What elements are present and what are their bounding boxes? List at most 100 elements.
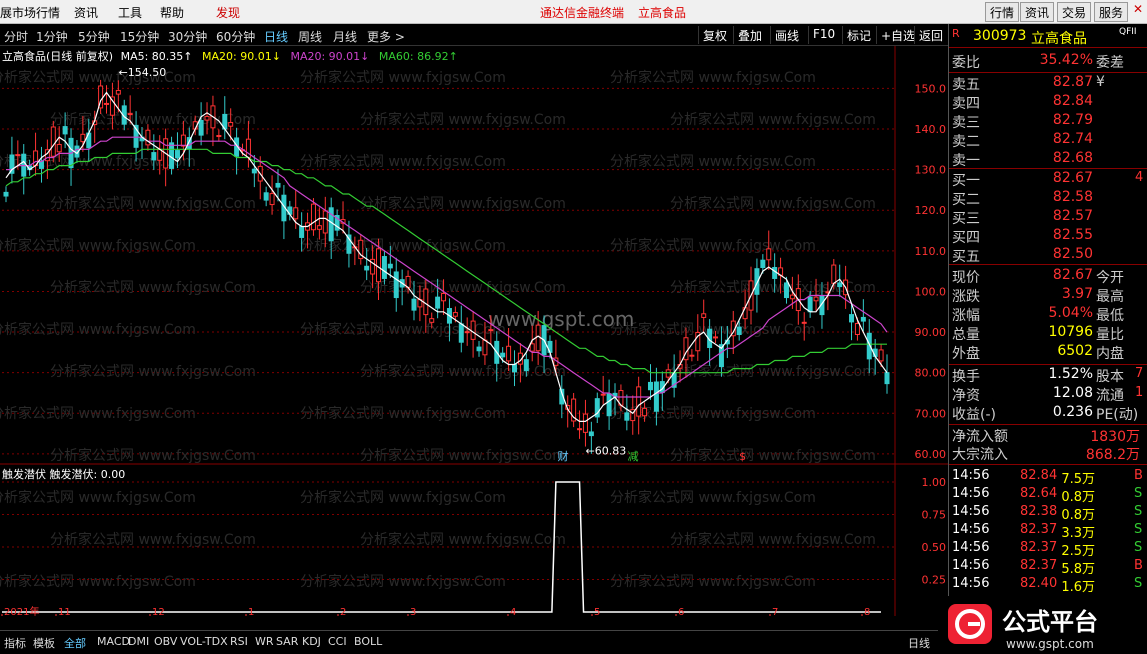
watermark-text: 分析家公式网 www.fxjgsw.Com: [50, 447, 256, 464]
watermark-text: 分析家公式网 www.fxjgsw.Com: [0, 489, 196, 506]
add-watchlist-button[interactable]: +自选: [876, 26, 919, 44]
price-tick-label: 100.0: [915, 285, 947, 298]
tick-price: 82.84: [1020, 468, 1058, 483]
weibi-label: 委比: [952, 55, 980, 71]
tab-dmi[interactable]: DMI: [128, 635, 149, 648]
tick-time: 14:56: [952, 486, 990, 501]
watermark-text: 分析家公式网 www.fxjgsw.Com: [670, 447, 876, 464]
fund-2-row: 收益(-) 0.236 PE(动): [949, 404, 1147, 423]
menu-news[interactable]: 资讯: [74, 4, 98, 21]
mark-button[interactable]: 标记: [842, 26, 875, 44]
candle-body: [180, 134, 186, 147]
f10-button[interactable]: F10: [808, 26, 839, 44]
candle-body: [216, 135, 222, 138]
watermark-text: 分析家公式网 www.fxjgsw.Com: [300, 153, 506, 170]
tab-wr[interactable]: WR: [255, 635, 274, 648]
kline-chart[interactable]: 150.0 140.0 130.0 120.0 110.0 100.0 90.00 80.00…: [0, 46, 948, 616]
candle-body: [831, 264, 837, 284]
candle-body: [837, 282, 843, 288]
service-button[interactable]: 服务: [1094, 2, 1129, 22]
logo-url: www.gspt.com: [1006, 637, 1094, 651]
buy-1-extra-value: 4: [1135, 170, 1144, 185]
stat-3-row: 总量 10796 量比: [949, 324, 1147, 343]
stat-4-row: 外盘 6502 内盘: [949, 343, 1147, 362]
period-daily[interactable]: 日线: [264, 28, 288, 45]
candle-body: [376, 248, 382, 283]
ma60-line: [5, 148, 887, 374]
candle-body: [760, 259, 766, 268]
watermark-text: 分析家公式网 www.fxjgsw.Com: [360, 363, 566, 380]
period-monthly[interactable]: 月线: [333, 28, 357, 45]
fund-2-label: 收益(-): [952, 407, 996, 423]
stat-1-row: 涨跌 3.97 最高: [949, 286, 1147, 305]
watermark-text: 分析家公式网 www.fxjgsw.Com: [610, 69, 816, 86]
watermark-text: 分析家公式网 www.fxjgsw.Com: [50, 363, 256, 380]
tick-volume: 0.8万: [1061, 508, 1095, 523]
tick-row: 14:56 82.40 1.6万 S: [949, 576, 1147, 595]
tick-side: B: [1134, 468, 1143, 483]
period-30min[interactable]: 30分钟: [168, 28, 207, 45]
menu-help[interactable]: 帮助: [160, 4, 184, 21]
candle-body: [56, 143, 62, 153]
tab-kdj[interactable]: KDJ: [302, 635, 321, 648]
stat-2-extra-label: 最低: [1096, 308, 1124, 324]
tab-template[interactable]: 模板: [33, 635, 55, 651]
candle-body: [3, 191, 9, 197]
tick-side: S: [1134, 504, 1143, 519]
low-annotation: ←60.83: [586, 445, 627, 458]
tab-obv[interactable]: OBV: [154, 635, 177, 648]
fund-0-value: 1.52%: [1048, 366, 1093, 382]
period-minute-time[interactable]: 分时: [4, 28, 28, 45]
news-button[interactable]: 资讯: [1020, 2, 1055, 22]
high-annotation: ←154.50: [119, 66, 167, 79]
period-60min[interactable]: 60分钟: [216, 28, 255, 45]
watermark-text: 分析家公式网 www.fxjgsw.Com: [300, 69, 506, 86]
divider: [949, 47, 1147, 48]
flow-row: 大宗流入 868.2万: [949, 444, 1147, 463]
period-5min[interactable]: 5分钟: [78, 28, 110, 45]
tab-cci[interactable]: CCI: [328, 635, 347, 648]
stat-2-value: 5.04%: [1048, 305, 1093, 321]
period-weekly[interactable]: 周线: [298, 28, 322, 45]
adjust-button[interactable]: 复权: [698, 26, 731, 44]
fund-1-label: 净资: [952, 388, 980, 404]
watermark-text: 分析家公式网 www.fxjgsw.Com: [670, 111, 876, 128]
tab-indicator[interactable]: 指标: [4, 635, 26, 651]
period-1min[interactable]: 1分钟: [36, 28, 68, 45]
tick-price: 82.40: [1020, 576, 1058, 591]
sell-3-row: 卖三 82.79: [949, 112, 1147, 131]
tab-macd[interactable]: MACD: [97, 635, 130, 648]
back-button[interactable]: 返回: [914, 26, 947, 44]
tick-row: 14:56 82.37 3.3万 S: [949, 522, 1147, 541]
buy-3-label: 买三: [952, 211, 980, 227]
tab-sar[interactable]: SAR: [276, 635, 298, 648]
date-label: 12: [152, 607, 165, 616]
tab-all[interactable]: 全部: [64, 635, 86, 651]
candle-body: [506, 345, 512, 362]
candle-body: [310, 203, 316, 231]
period-15min[interactable]: 15分钟: [120, 28, 159, 45]
weicha-label: 委差: [1096, 55, 1124, 71]
candle-body: [849, 314, 855, 323]
close-icon[interactable]: ✕: [1133, 2, 1145, 22]
sell-4-label: 卖四: [952, 96, 980, 112]
menu-discover[interactable]: 发现: [216, 4, 240, 21]
terminal-title: 通达信金融终端: [540, 6, 625, 20]
tab-vol-tdx[interactable]: VOL-TDX: [180, 635, 228, 648]
period-more[interactable]: 更多 >: [367, 28, 405, 45]
tick-volume: 5.8万: [1061, 562, 1095, 577]
watermark-text: 分析家公式网 www.fxjgsw.Com: [610, 237, 816, 254]
menu-market[interactable]: 展市场行情: [0, 4, 60, 21]
menu-tools[interactable]: 工具: [118, 4, 142, 21]
sell-4-value: 82.84: [1052, 93, 1093, 109]
candle-body: [535, 324, 541, 352]
tab-rsi[interactable]: RSI: [230, 635, 248, 648]
trade-button[interactable]: 交易: [1057, 2, 1092, 22]
market-button[interactable]: 行情: [985, 2, 1020, 22]
top-menubar: 展市场行情 资讯 工具 帮助 发现 通达信金融终端 立高食品 行情 资讯 交易 …: [0, 0, 1147, 24]
candle-body: [665, 369, 671, 378]
overlay-button[interactable]: 叠加: [733, 26, 766, 44]
draw-button[interactable]: 画线: [770, 26, 803, 44]
tab-boll[interactable]: BOLL: [354, 635, 382, 648]
candle-body: [275, 182, 281, 188]
